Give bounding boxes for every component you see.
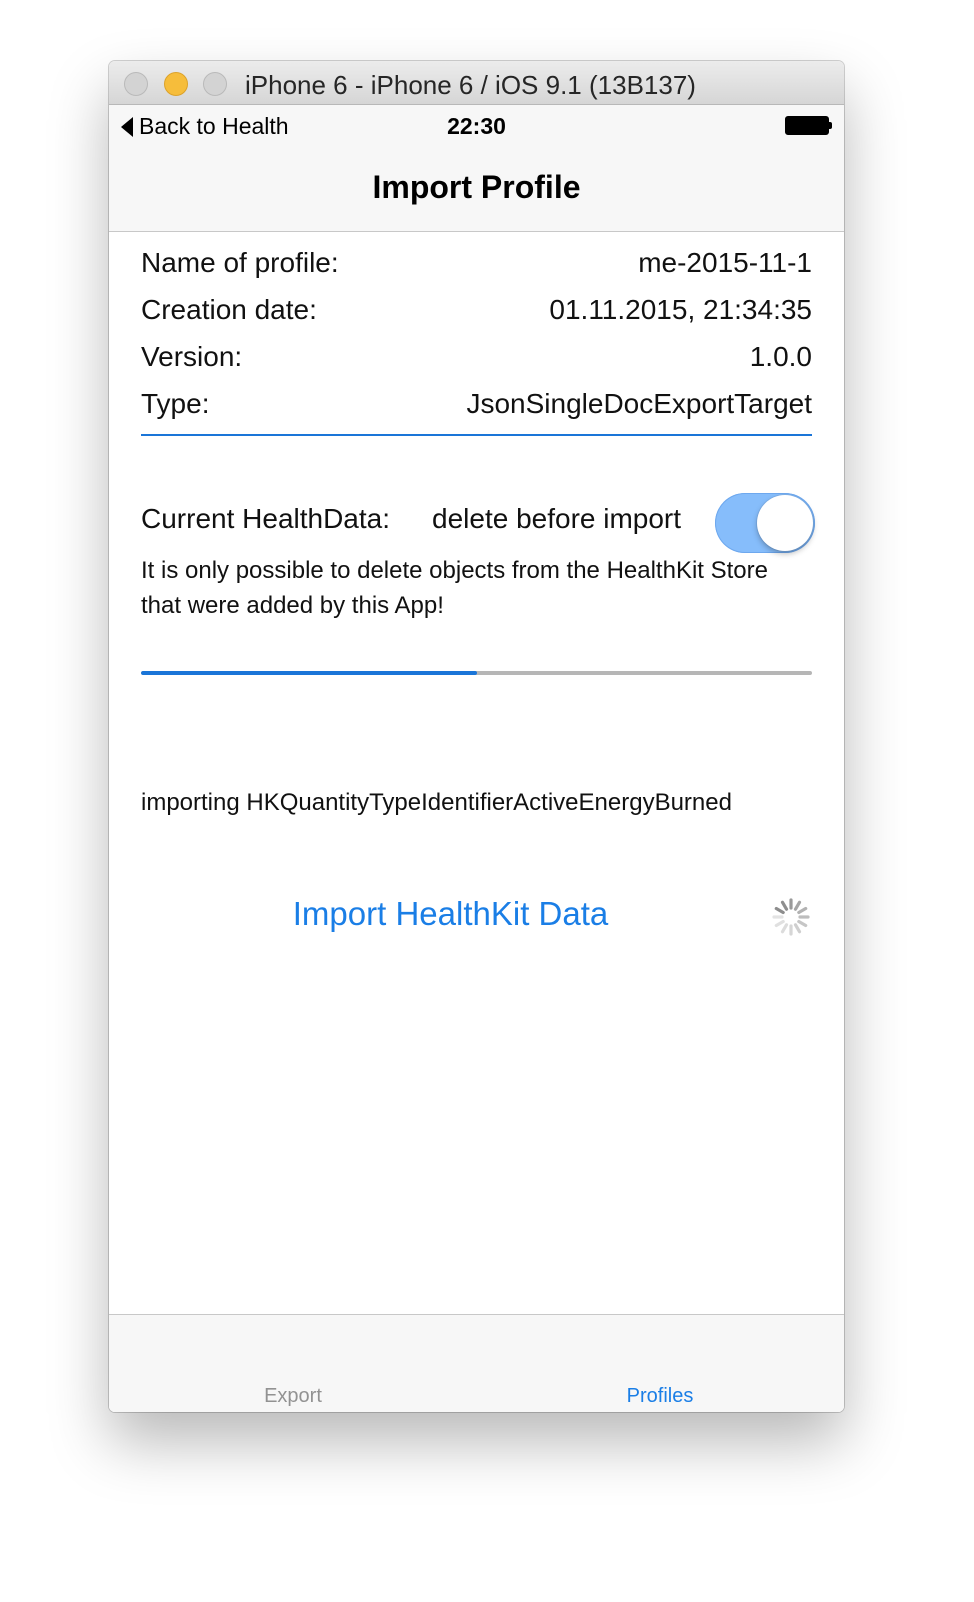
healthdata-label: Current HealthData: [141, 503, 391, 534]
delete-option-label: delete before import [432, 503, 682, 534]
navigation-bar: Back to Health 22:30 Import Profile [109, 105, 844, 232]
import-progress-bar [141, 671, 812, 675]
tab-bar: Export Profiles [109, 1314, 844, 1412]
delete-before-import-toggle[interactable] [715, 493, 815, 553]
profile-name-label: Name of profile: [141, 247, 339, 278]
healthdata-row: Current HealthData: delete before import [141, 493, 819, 553]
creation-date-value: 01.11.2015, 21:34:35 [549, 294, 812, 325]
profile-name-value: me-2015-11-1 [638, 247, 812, 278]
import-progress-fill [141, 671, 477, 675]
version-label: Version: [141, 341, 243, 372]
window-titlebar: iPhone 6 - iPhone 6 / iOS 9.1 (13B137) [109, 61, 844, 105]
toggle-knob[interactable] [757, 495, 813, 551]
creation-date-row: Creation date: 01.11.2015, 21:34:35 [141, 294, 812, 334]
minimize-window-button[interactable] [164, 72, 188, 96]
zoom-window-button[interactable] [203, 72, 227, 96]
window-title: iPhone 6 - iPhone 6 / iOS 9.1 (13B137) [245, 70, 696, 100]
tab-export[interactable]: Export [193, 1385, 393, 1408]
delete-hint-text: It is only possible to delete objects fr… [141, 557, 782, 619]
close-window-button[interactable] [124, 72, 148, 96]
version-value: 1.0.0 [749, 341, 812, 372]
type-row: Type: JsonSingleDocExportTarget [141, 388, 812, 428]
import-healthkit-data-button[interactable]: Import HealthKit Data [109, 895, 792, 933]
type-value: JsonSingleDocExportTarget [466, 388, 812, 419]
profile-divider [141, 434, 812, 436]
profile-name-row: Name of profile: me-2015-11-1 [141, 247, 812, 287]
page-title: Import Profile [372, 169, 581, 205]
creation-date-label: Creation date: [141, 294, 317, 325]
tab-profiles[interactable]: Profiles [560, 1385, 760, 1408]
status-time: 22:30 [447, 113, 506, 139]
type-label: Type: [141, 388, 210, 419]
battery-icon [785, 116, 832, 135]
simulator-window: iPhone 6 - iPhone 6 / iOS 9.1 (13B137) B… [109, 61, 844, 1412]
import-status-text: importing HKQuantityTypeIdentifierActive… [141, 789, 732, 816]
device-screen: Back to Health 22:30 Import Profile Name… [109, 105, 844, 1412]
activity-spinner-icon [772, 898, 810, 936]
version-row: Version: 1.0.0 [141, 341, 812, 381]
